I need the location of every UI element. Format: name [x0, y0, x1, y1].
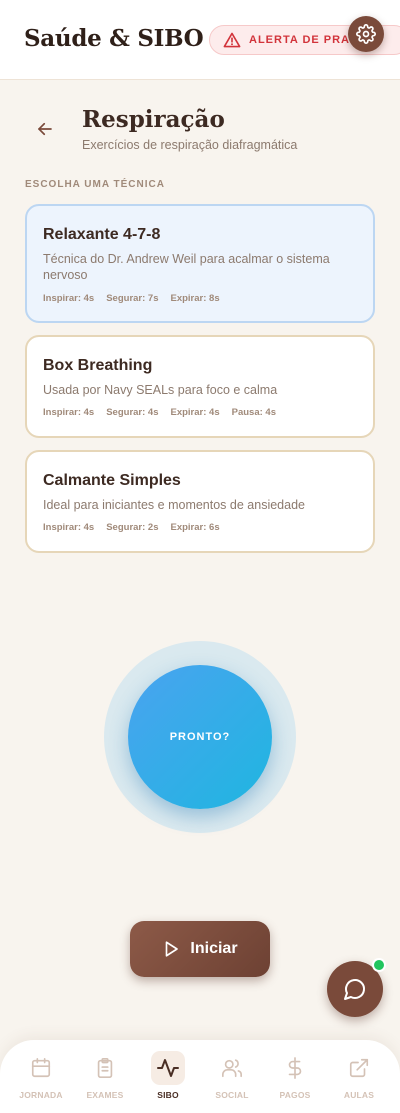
- nav-label: SOCIAL: [215, 1090, 249, 1100]
- breathing-orb: PRONTO?: [128, 665, 272, 809]
- nav-label: AULAS: [343, 1090, 375, 1100]
- nav-label: JORNADA: [19, 1090, 63, 1100]
- stat-exhale: Expirar: 8s: [170, 293, 220, 304]
- activity-icon: [157, 1059, 179, 1077]
- technique-name: Relaxante 4-7-8: [43, 226, 161, 243]
- page-title: Respiração: [82, 106, 225, 133]
- technique-stats: Inspirar: 4s Segurar: 7s Expirar: 8s: [43, 293, 220, 304]
- nav-item-aulas[interactable]: AULAS: [327, 1048, 391, 1106]
- stat-inhale: Inspirar: 4s: [43, 522, 95, 533]
- users-icon: [222, 1059, 242, 1078]
- back-button[interactable]: [30, 115, 60, 143]
- stat-inhale: Inspirar: 4s: [43, 293, 95, 304]
- settings-button[interactable]: [348, 16, 384, 52]
- chat-bubble-icon: [344, 979, 365, 1000]
- play-icon: [166, 941, 179, 957]
- online-status-dot: [372, 958, 386, 972]
- stat-hold: Segurar: 7s: [106, 293, 159, 304]
- gear-icon: [356, 24, 376, 44]
- breathing-state-label: PRONTO?: [169, 731, 231, 743]
- technique-name: Calmante Simples: [43, 472, 181, 489]
- clipboard-icon: [97, 1058, 113, 1078]
- technique-stats: Inspirar: 4s Segurar: 4s Expirar: 4s Pau…: [43, 407, 276, 418]
- section-label: ESCOLHA UMA TÉCNICA: [25, 179, 165, 190]
- nav-item-exames[interactable]: EXAMES: [73, 1048, 137, 1106]
- top-header: Saúde & SIBO ALERTA DE PRAZO: [0, 0, 400, 80]
- nav-item-pagos[interactable]: PAGOS: [263, 1048, 327, 1106]
- stat-inhale: Inspirar: 4s: [43, 407, 95, 418]
- technique-card-box-breathing[interactable]: Box Breathing Usada por Navy SEALs para …: [25, 335, 375, 438]
- nav-item-sibo[interactable]: SIBO: [136, 1048, 200, 1106]
- page-subtitle: Exercícios de respiração diafragmática: [82, 138, 298, 152]
- technique-card-calmante[interactable]: Calmante Simples Ideal para iniciantes e…: [25, 450, 375, 553]
- dollar-icon: [288, 1057, 302, 1079]
- technique-name: Box Breathing: [43, 357, 153, 374]
- technique-description: Usada por Navy SEALs para foco e calma: [43, 383, 278, 397]
- bottom-navigation: JORNADA EXAMES SIBO SOCIAL PAGOS AULAS: [0, 1040, 400, 1113]
- start-button[interactable]: Iniciar: [130, 921, 270, 977]
- stat-hold: Segurar: 2s: [106, 522, 159, 533]
- technique-description: Ideal para iniciantes e momentos de ansi…: [43, 498, 305, 512]
- stat-exhale: Expirar: 6s: [170, 522, 220, 533]
- stat-hold: Segurar: 4s: [106, 407, 159, 418]
- arrow-left-icon: [38, 122, 52, 136]
- technique-card-relaxante[interactable]: Relaxante 4-7-8 Técnica do Dr. Andrew We…: [25, 204, 375, 323]
- app-brand: Saúde & SIBO: [24, 25, 204, 52]
- nav-item-social[interactable]: SOCIAL: [200, 1048, 264, 1106]
- stat-pause: Pausa: 4s: [231, 407, 276, 418]
- nav-label: EXAMES: [86, 1090, 124, 1100]
- start-label: Iniciar: [190, 940, 238, 957]
- technique-stats: Inspirar: 4s Segurar: 2s Expirar: 6s: [43, 522, 220, 533]
- nav-label: SIBO: [157, 1090, 179, 1100]
- technique-description: Técnica do Dr. Andrew Weil para acalmar …: [43, 252, 330, 282]
- nav-label: PAGOS: [279, 1090, 311, 1100]
- warning-triangle-icon: [223, 32, 241, 48]
- nav-item-jornada[interactable]: JORNADA: [9, 1048, 73, 1106]
- calendar-icon: [31, 1058, 51, 1078]
- external-link-icon: [349, 1058, 369, 1078]
- stat-exhale: Expirar: 4s: [170, 407, 220, 418]
